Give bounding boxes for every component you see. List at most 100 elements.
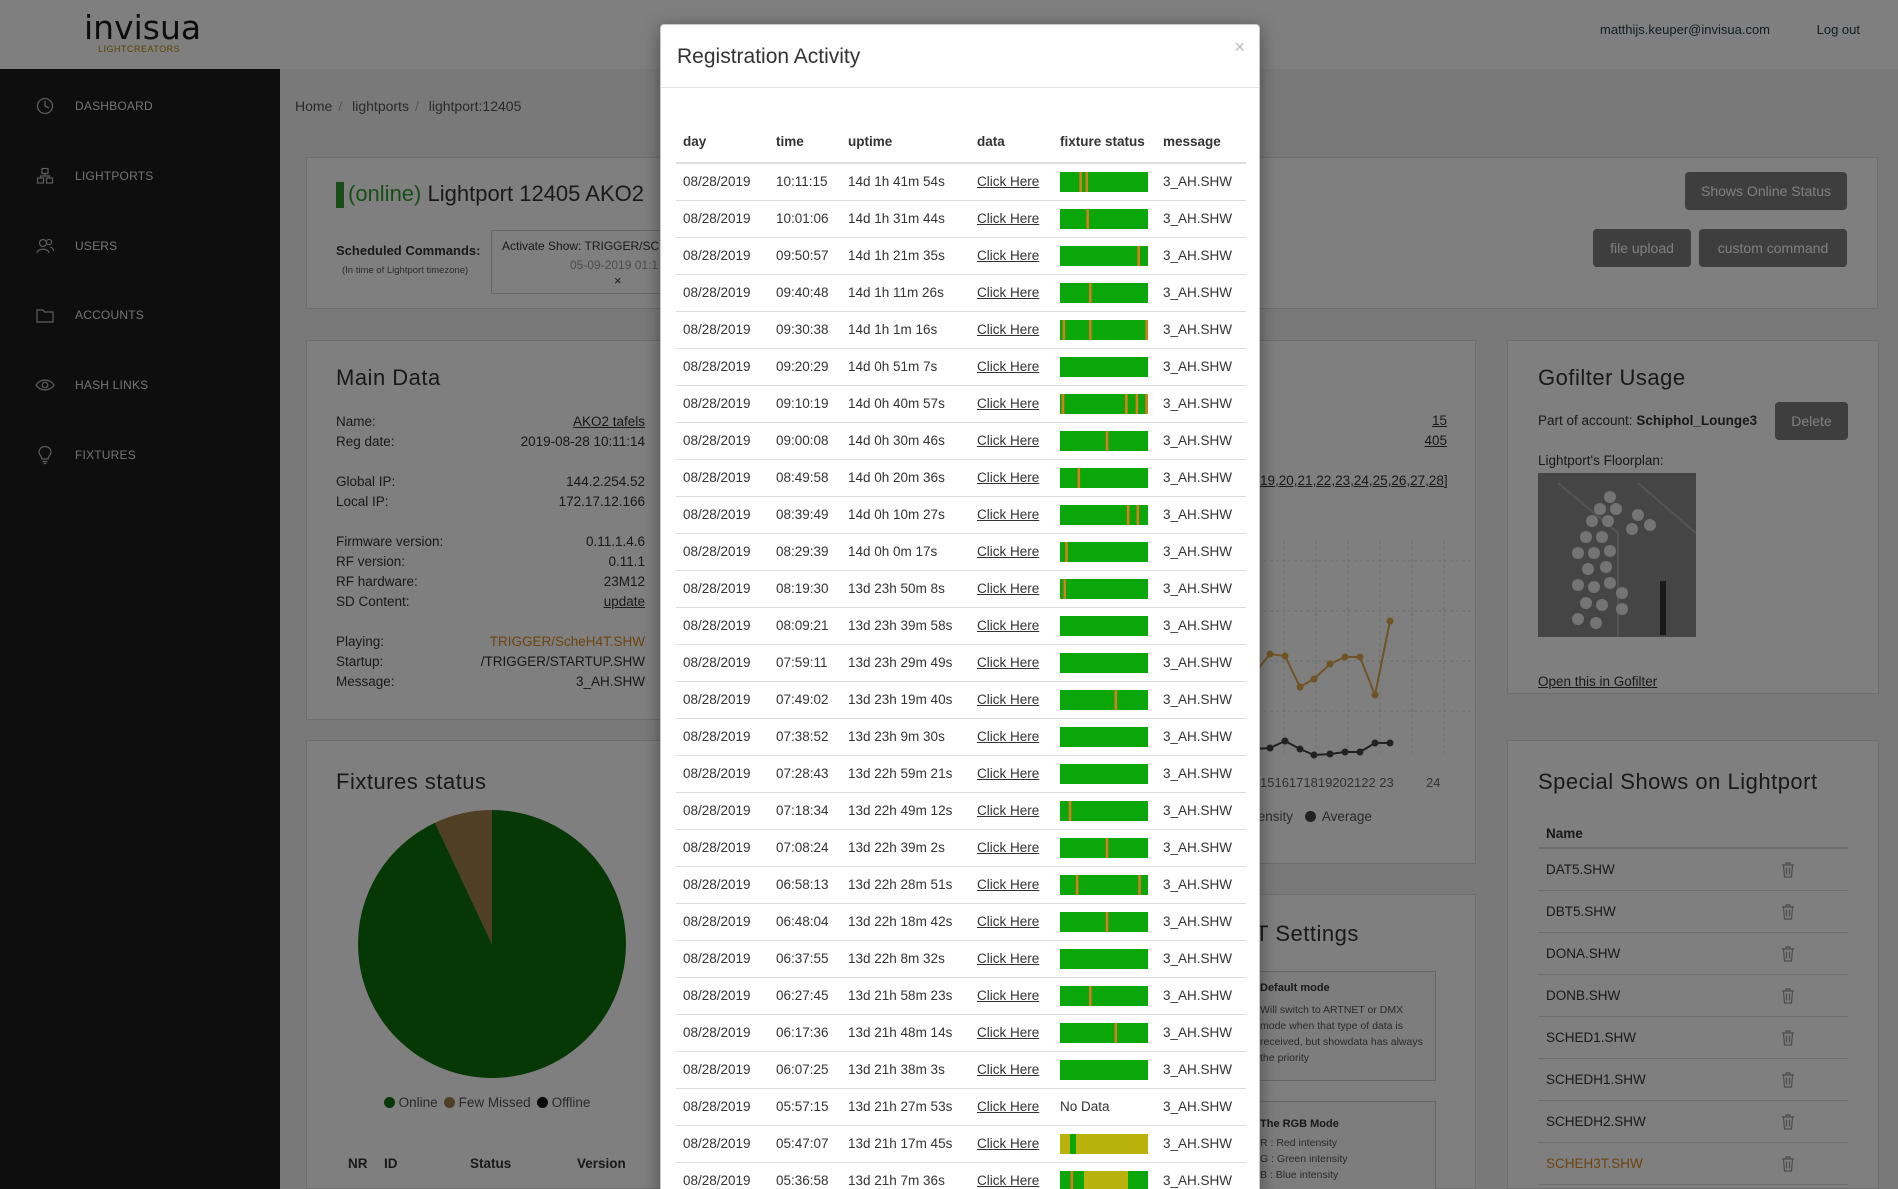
click-here-link[interactable]: Click Here <box>970 828 1053 866</box>
fixture-status-cell <box>1053 680 1156 718</box>
cell-uptime: 13d 22h 18m 42s <box>841 902 970 940</box>
fixture-bar-fill <box>1060 208 1148 229</box>
fixture-status-bar[interactable] <box>1060 874 1148 895</box>
fixture-status-bar[interactable] <box>1060 171 1148 192</box>
click-here-link[interactable]: Click Here <box>970 1087 1053 1125</box>
click-here-link[interactable]: Click Here <box>970 939 1053 977</box>
cell-message: 3_AH.SHW <box>1156 569 1246 607</box>
cell-uptime: 13d 21h 27m 53s <box>841 1087 970 1125</box>
fixture-status-bar[interactable] <box>1060 393 1148 414</box>
fixture-bar-mark <box>1138 874 1141 895</box>
cell-day: 08/28/2019 <box>676 1050 769 1088</box>
fixture-status-bar[interactable] <box>1060 282 1148 303</box>
fixture-status-bar[interactable] <box>1060 800 1148 821</box>
fixture-bar-fill <box>1060 171 1148 192</box>
fixture-status-bar[interactable] <box>1060 356 1148 377</box>
click-here-link[interactable]: Click Here <box>970 1013 1053 1051</box>
fixture-status-bar[interactable] <box>1060 837 1148 858</box>
table-row: 08/28/2019 06:48:04 13d 22h 18m 42s Click H… <box>676 902 1246 940</box>
fixture-status-bar[interactable] <box>1060 430 1148 451</box>
fixture-status-bar[interactable] <box>1060 541 1148 562</box>
click-here-link[interactable]: Click Here <box>970 495 1053 533</box>
cell-day: 08/28/2019 <box>676 162 769 200</box>
fixture-status-bar[interactable] <box>1060 1059 1148 1080</box>
fixture-status-bar[interactable] <box>1060 319 1148 340</box>
click-here-link[interactable]: Click Here <box>970 347 1053 385</box>
cell-uptime: 13d 22h 8m 32s <box>841 939 970 977</box>
fixture-status-cell <box>1053 1050 1156 1088</box>
cell-time: 09:40:48 <box>769 273 841 311</box>
fixture-status-bar[interactable] <box>1060 615 1148 636</box>
click-here-link[interactable]: Click Here <box>970 1161 1053 1189</box>
click-here-link[interactable]: Click Here <box>970 310 1053 348</box>
click-here-link[interactable]: Click Here <box>970 902 1053 940</box>
click-here-link[interactable]: Click Here <box>970 976 1053 1014</box>
fixture-status-cell <box>1053 162 1156 200</box>
cell-message: 3_AH.SHW <box>1156 791 1246 829</box>
click-here-link[interactable]: Click Here <box>970 643 1053 681</box>
cell-message: 3_AH.SHW <box>1156 495 1246 533</box>
fixture-status-bar[interactable] <box>1060 578 1148 599</box>
col-fixture-status: fixture status <box>1053 121 1156 164</box>
fixture-bar-fill <box>1060 911 1148 932</box>
table-row: 08/28/2019 06:27:45 13d 21h 58m 23s Click H… <box>676 976 1246 1014</box>
cell-uptime: 14d 1h 21m 35s <box>841 236 970 274</box>
close-icon[interactable]: × <box>1234 37 1245 58</box>
table-row: 08/28/2019 07:59:11 13d 23h 29m 49s Click H… <box>676 643 1246 681</box>
fixture-bar-mark <box>1105 911 1109 932</box>
click-here-link[interactable]: Click Here <box>970 532 1053 570</box>
table-row: 08/28/2019 10:01:06 14d 1h 31m 44s Click He… <box>676 199 1246 237</box>
click-here-link[interactable]: Click Here <box>970 606 1053 644</box>
fixture-bar-mark <box>1063 578 1067 599</box>
fixture-status-bar[interactable] <box>1060 763 1148 784</box>
modal-title: Registration Activity <box>677 45 861 68</box>
click-here-link[interactable]: Click Here <box>970 458 1053 496</box>
click-here-link[interactable]: Click Here <box>970 273 1053 311</box>
click-here-link[interactable]: Click Here <box>970 384 1053 422</box>
cell-day: 08/28/2019 <box>676 421 769 459</box>
cell-message: 3_AH.SHW <box>1156 717 1246 755</box>
click-here-link[interactable]: Click Here <box>970 791 1053 829</box>
fixture-status-cell <box>1053 1124 1156 1162</box>
table-row: 08/28/2019 07:49:02 13d 23h 19m 40s Click H… <box>676 680 1246 718</box>
fixture-bar-mark <box>1089 985 1092 1006</box>
fixture-status-bar[interactable] <box>1060 467 1148 488</box>
click-here-link[interactable]: Click Here <box>970 421 1053 459</box>
table-row: 08/28/2019 06:07:25 13d 21h 38m 3s Click He… <box>676 1050 1246 1088</box>
click-here-link[interactable]: Click Here <box>970 569 1053 607</box>
cell-uptime: 13d 21h 58m 23s <box>841 976 970 1014</box>
fixture-status-bar[interactable] <box>1060 208 1148 229</box>
click-here-link[interactable]: Click Here <box>970 680 1053 718</box>
fixture-status-bar[interactable] <box>1060 985 1148 1006</box>
cell-uptime: 13d 21h 48m 14s <box>841 1013 970 1051</box>
click-here-link[interactable]: Click Here <box>970 717 1053 755</box>
table-row: 08/28/2019 08:29:39 14d 0h 0m 17s Click Her… <box>676 532 1246 570</box>
fixture-status-bar[interactable] <box>1060 689 1148 710</box>
fixture-status-bar[interactable] <box>1060 652 1148 673</box>
cell-time: 06:27:45 <box>769 976 841 1014</box>
fixture-status-bar[interactable] <box>1060 504 1148 525</box>
fixture-bar-fill <box>1060 763 1148 784</box>
click-here-link[interactable]: Click Here <box>970 754 1053 792</box>
click-here-link[interactable]: Click Here <box>970 236 1053 274</box>
cell-message: 3_AH.SHW <box>1156 1161 1246 1189</box>
click-here-link[interactable]: Click Here <box>970 1050 1053 1088</box>
fixture-status-bar[interactable] <box>1060 245 1148 266</box>
fixture-bar-mark <box>1145 393 1148 414</box>
fixture-status-bar[interactable] <box>1060 911 1148 932</box>
fixture-status-bar[interactable] <box>1060 726 1148 747</box>
fixture-status-bar[interactable] <box>1060 1170 1148 1189</box>
click-here-link[interactable]: Click Here <box>970 1124 1053 1162</box>
cell-uptime: 13d 22h 39m 2s <box>841 828 970 866</box>
table-row: 08/28/2019 08:19:30 13d 23h 50m 8s Click He… <box>676 569 1246 607</box>
click-here-link[interactable]: Click Here <box>970 162 1053 200</box>
table-row: 08/28/2019 07:28:43 13d 22h 59m 21s Click H… <box>676 754 1246 792</box>
fixture-bar-fill <box>1060 800 1148 821</box>
click-here-link[interactable]: Click Here <box>970 865 1053 903</box>
fixture-status-bar[interactable] <box>1060 1133 1148 1154</box>
table-row: 08/28/2019 09:10:19 14d 0h 40m 57s Click He… <box>676 384 1246 422</box>
col-time: time <box>769 121 841 164</box>
fixture-status-bar[interactable] <box>1060 948 1148 969</box>
click-here-link[interactable]: Click Here <box>970 199 1053 237</box>
fixture-status-bar[interactable] <box>1060 1022 1148 1043</box>
